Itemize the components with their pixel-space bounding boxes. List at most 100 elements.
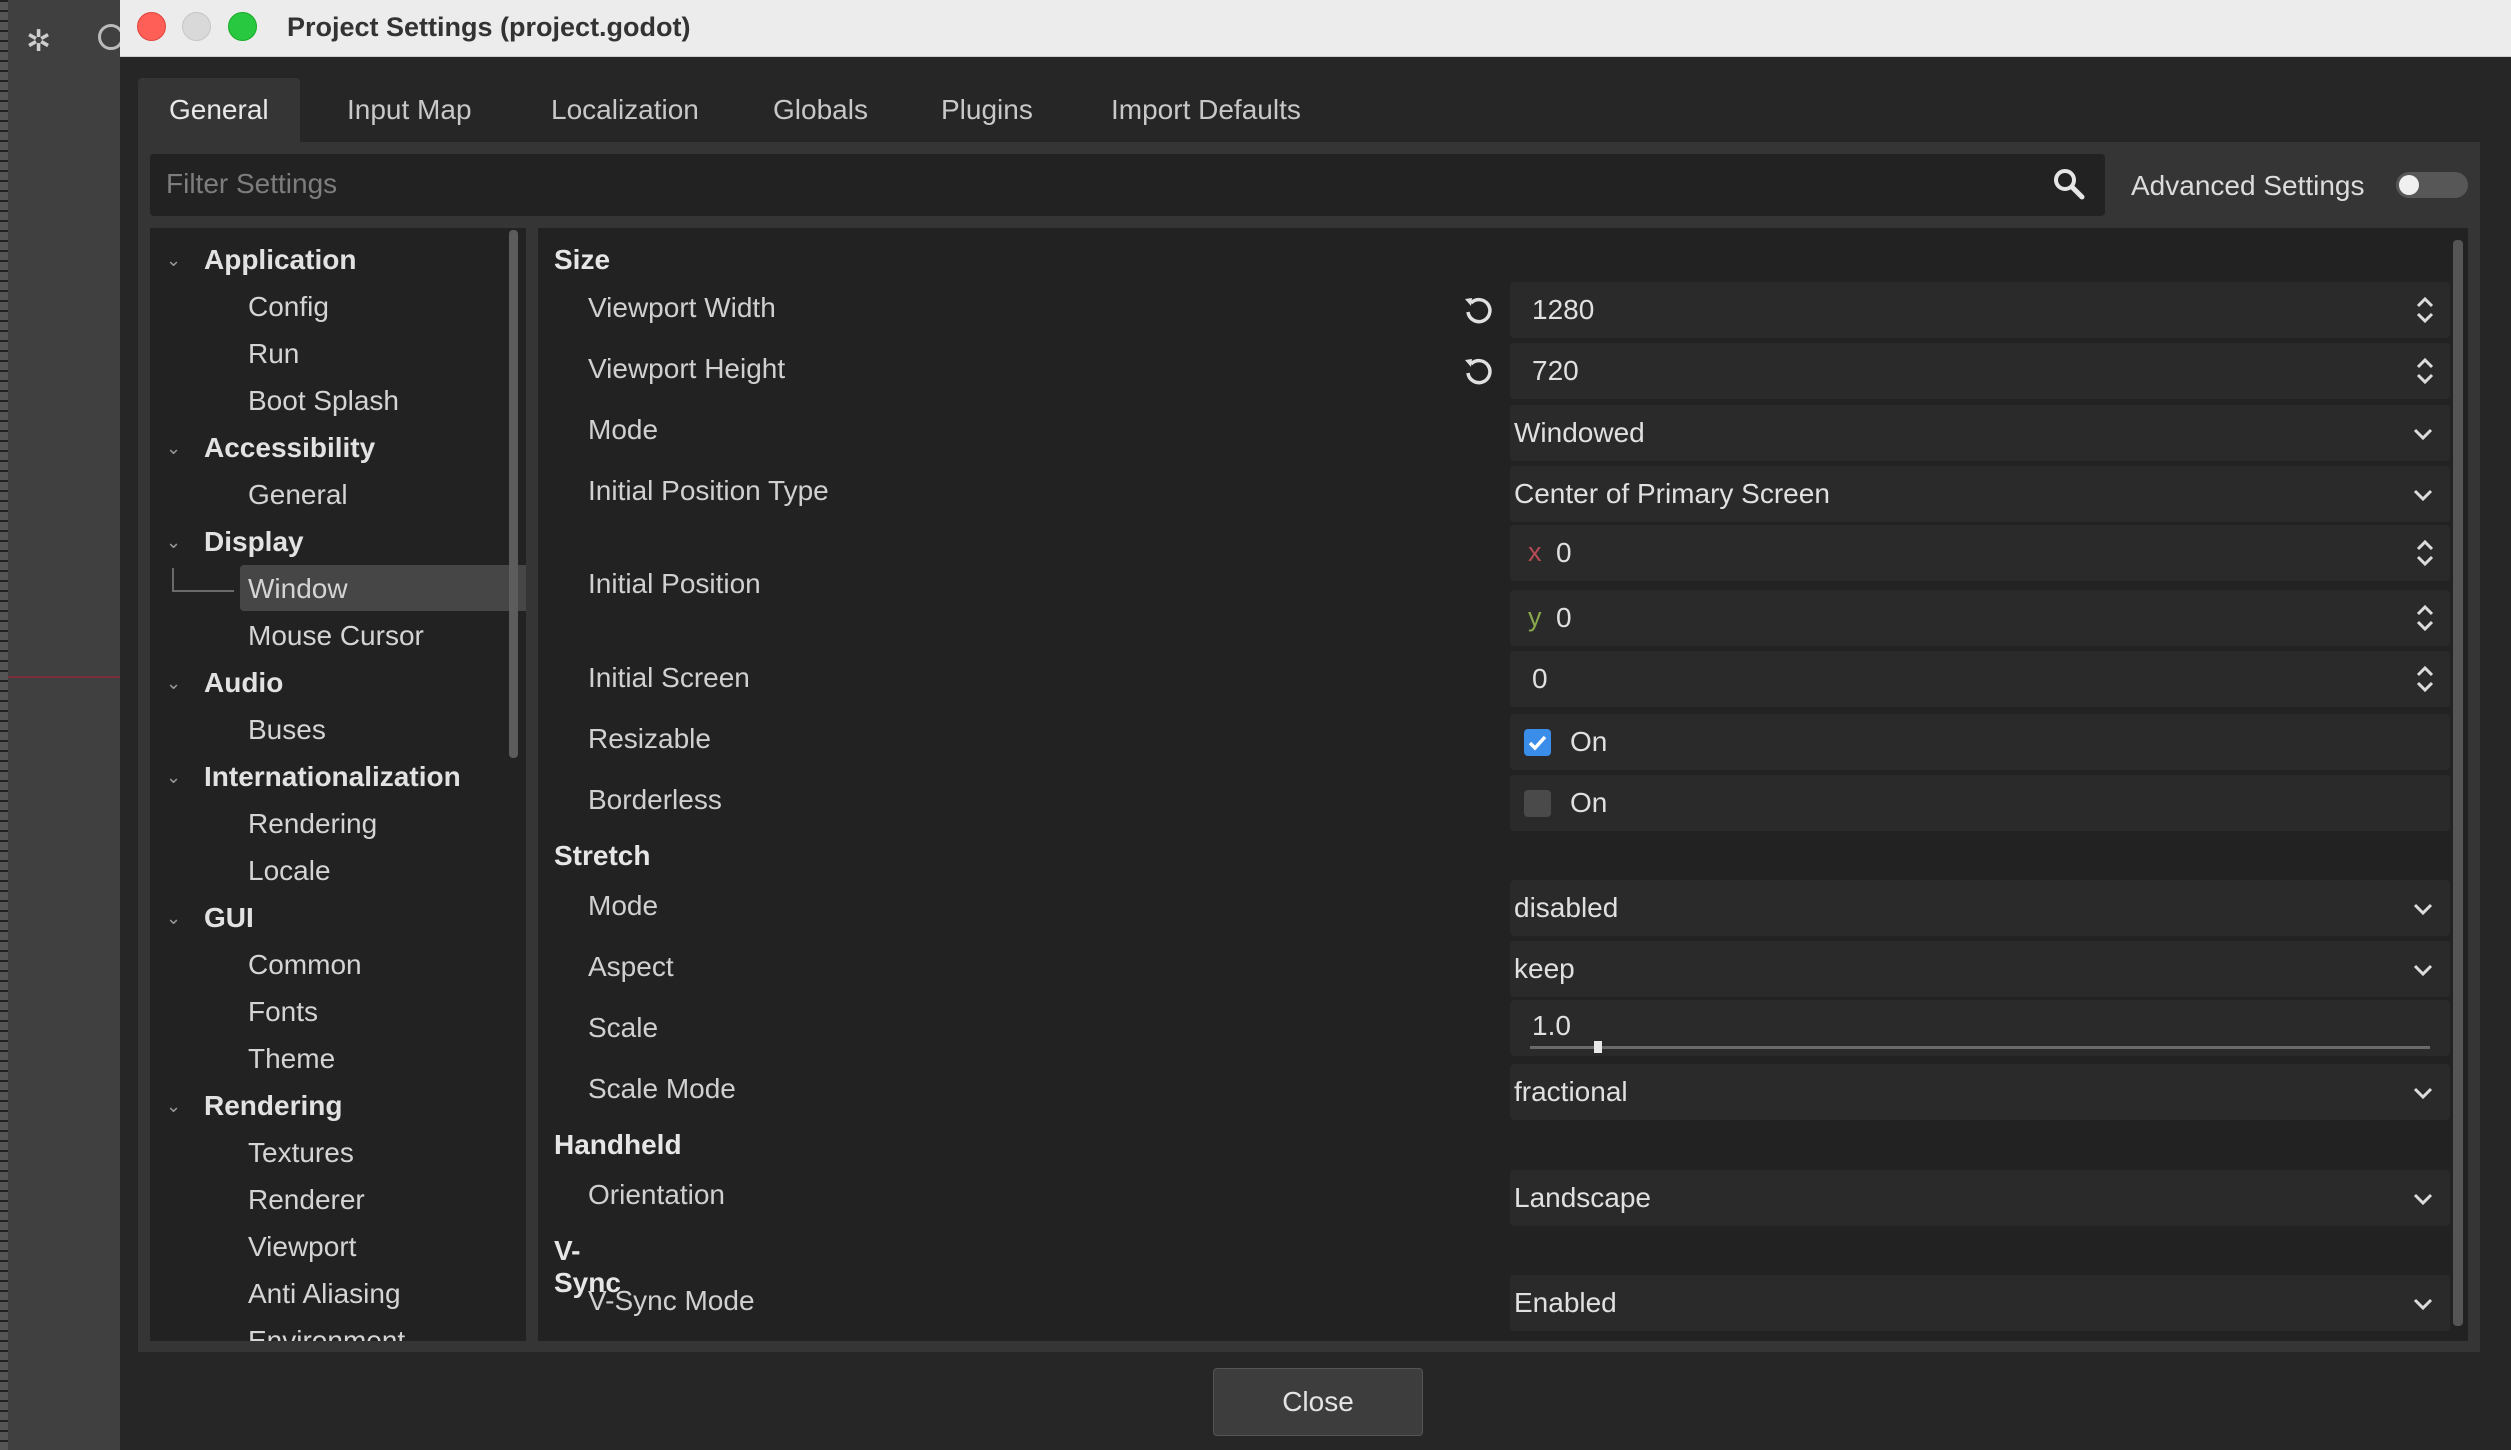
tree-item-locale[interactable]: Locale [248, 855, 331, 887]
tree-section-display[interactable]: Display [204, 526, 304, 558]
initial-position-y-spinbox[interactable]: y 0 [1510, 590, 2450, 646]
spinner-icon[interactable] [2414, 602, 2436, 634]
scale-mode-label: Scale Mode [588, 1073, 736, 1104]
tree-item-config[interactable]: Config [248, 291, 329, 323]
settings-tree: ⌄ Application Config Run Boot Splash ⌄ A… [150, 228, 526, 1341]
toggle-knob [2399, 175, 2419, 195]
tree-item-common[interactable]: Common [248, 949, 362, 981]
checkbox-unchecked-icon[interactable] [1524, 790, 1551, 817]
orientation-dropdown[interactable]: Landscape [1510, 1170, 2450, 1226]
chevron-down-icon [2413, 1087, 2433, 1100]
mode-label: Mode [588, 414, 659, 445]
tab-plugins[interactable]: Plugins [910, 78, 1064, 142]
scale-slider[interactable]: 1.0 [1510, 1000, 2450, 1056]
title-bar: Project Settings (project.godot) [120, 0, 2511, 57]
vsync-mode-dropdown[interactable]: Enabled [1510, 1275, 2450, 1331]
tree-scrollbar[interactable] [509, 230, 518, 758]
aspect-dropdown[interactable]: keep [1510, 941, 2450, 997]
collapse-arrow-icon[interactable]: ⌄ [166, 767, 181, 788]
y-axis-label: y [1528, 602, 1542, 632]
stretch-mode-dropdown[interactable]: disabled [1510, 880, 2450, 936]
spinner-icon[interactable] [2414, 537, 2436, 569]
slider-grabber[interactable] [1594, 1041, 1602, 1053]
filter-settings-input[interactable]: Filter Settings [150, 154, 2105, 216]
mode-dropdown[interactable]: Windowed [1510, 405, 2450, 461]
close-window-button[interactable] [137, 12, 166, 41]
tree-item-buses[interactable]: Buses [248, 714, 326, 746]
tree-item-run[interactable]: Run [248, 338, 299, 370]
spinner-icon[interactable] [2414, 355, 2436, 387]
tree-section-audio[interactable]: Audio [204, 667, 283, 699]
tree-item-theme[interactable]: Theme [248, 1043, 335, 1075]
reset-icon[interactable] [1461, 354, 1495, 388]
tree-item-textures[interactable]: Textures [248, 1137, 354, 1169]
tab-input-map[interactable]: Input Map [316, 78, 503, 142]
move-pivot-icon[interactable]: ✲ [26, 24, 51, 59]
initial-position-x-spinbox[interactable]: x 0 [1510, 525, 2450, 581]
search-icon[interactable] [2051, 166, 2087, 202]
chevron-down-icon [2413, 1298, 2433, 1311]
chevron-down-icon [2413, 428, 2433, 441]
close-button[interactable]: Close [1213, 1368, 1423, 1436]
window-title: Project Settings (project.godot) [287, 12, 691, 42]
scale-mode-dropdown[interactable]: fractional [1510, 1064, 2450, 1120]
viewport-height-value: 720 [1532, 355, 1579, 386]
category-handheld: Handheld [554, 1129, 682, 1160]
viewport-width-label: Viewport Width [588, 292, 776, 323]
zoom-window-button[interactable] [228, 12, 257, 41]
tree-section-accessibility[interactable]: Accessibility [204, 432, 375, 464]
orientation-label: Orientation [588, 1179, 725, 1210]
tree-section-internationalization[interactable]: Internationalization [204, 761, 461, 793]
editor-background: ✲ [0, 0, 124, 1450]
collapse-arrow-icon[interactable]: ⌄ [166, 250, 181, 271]
vsync-mode-label: V-Sync Mode [588, 1285, 755, 1316]
checkbox-checked-icon[interactable] [1524, 729, 1551, 756]
tree-section-rendering[interactable]: Rendering [204, 1090, 342, 1122]
viewport-width-value: 1280 [1532, 294, 1595, 325]
resizable-checkbox[interactable]: On [1510, 714, 2450, 770]
viewport-height-label: Viewport Height [588, 353, 786, 384]
collapse-arrow-icon[interactable]: ⌄ [166, 908, 181, 929]
stretch-mode-value: disabled [1514, 892, 1619, 923]
tab-globals[interactable]: Globals [742, 78, 899, 142]
collapse-arrow-icon[interactable]: ⌄ [166, 532, 181, 553]
borderless-checkbox[interactable]: On [1510, 775, 2450, 831]
scale-mode-value: fractional [1514, 1076, 1628, 1107]
initial-screen-value: 0 [1532, 663, 1548, 694]
category-stretch: Stretch [554, 840, 651, 871]
tree-item-fonts[interactable]: Fonts [248, 996, 318, 1028]
initial-position-type-value: Center of Primary Screen [1514, 478, 1830, 509]
collapse-arrow-icon[interactable]: ⌄ [166, 1096, 181, 1117]
tree-item-window[interactable]: Window [248, 573, 348, 605]
initial-position-type-dropdown[interactable]: Center of Primary Screen [1510, 466, 2450, 522]
advanced-settings-toggle[interactable] [2396, 172, 2468, 198]
tree-item-anti-aliasing[interactable]: Anti Aliasing [248, 1278, 401, 1310]
tree-item-accessibility-general[interactable]: General [248, 479, 348, 511]
stretch-mode-label: Mode [588, 890, 659, 921]
tab-general[interactable]: General [138, 78, 300, 142]
inspector-scrollbar[interactable] [2453, 240, 2463, 1326]
tree-section-gui[interactable]: GUI [204, 902, 254, 934]
tree-item-renderer[interactable]: Renderer [248, 1184, 365, 1216]
collapse-arrow-icon[interactable]: ⌄ [166, 673, 181, 694]
tree-section-application[interactable]: Application [204, 244, 356, 276]
tree-guide [172, 590, 234, 592]
viewport-height-spinbox[interactable]: 720 [1510, 343, 2450, 399]
collapse-arrow-icon[interactable]: ⌄ [166, 438, 181, 459]
reset-icon[interactable] [1461, 293, 1495, 327]
slider-track[interactable] [1530, 1046, 2430, 1049]
tree-item-viewport[interactable]: Viewport [248, 1231, 356, 1263]
initial-position-x-value: 0 [1556, 537, 1572, 568]
tree-item-mouse-cursor[interactable]: Mouse Cursor [248, 620, 424, 652]
initial-screen-spinbox[interactable]: 0 [1510, 651, 2450, 707]
tree-item-boot-splash[interactable]: Boot Splash [248, 385, 399, 417]
tree-item-environment[interactable]: Environment [248, 1325, 405, 1341]
viewport-width-spinbox[interactable]: 1280 [1510, 282, 2450, 338]
tab-import-defaults[interactable]: Import Defaults [1080, 78, 1332, 142]
tab-localization[interactable]: Localization [520, 78, 730, 142]
spinner-icon[interactable] [2414, 294, 2436, 326]
spinner-icon[interactable] [2414, 663, 2436, 695]
scale-label: Scale [588, 1012, 659, 1043]
tree-item-i18n-rendering[interactable]: Rendering [248, 808, 377, 840]
minimize-window-button[interactable] [182, 12, 211, 41]
